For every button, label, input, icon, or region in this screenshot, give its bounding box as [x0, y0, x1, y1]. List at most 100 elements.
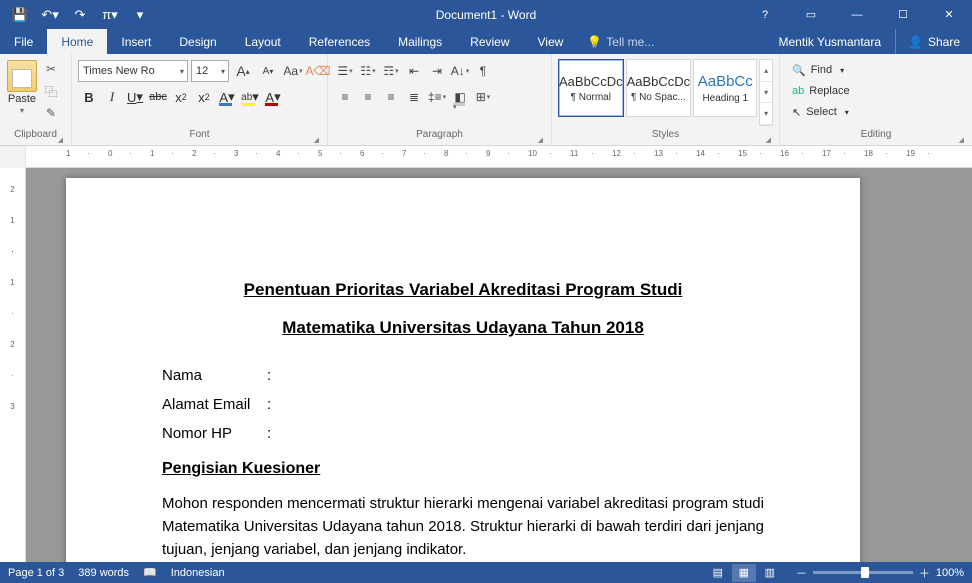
- zoom-out-button[interactable]: －: [796, 565, 807, 581]
- ribbon-tabs: File Home Insert Design Layout Reference…: [0, 29, 972, 54]
- align-center-button[interactable]: ≡: [357, 86, 379, 108]
- subscript-button[interactable]: x2: [170, 86, 192, 108]
- bulb-icon: 💡: [587, 35, 602, 49]
- paste-button[interactable]: Paste ▾: [4, 56, 40, 115]
- tell-me-label: Tell me...: [606, 35, 654, 49]
- tab-mailings[interactable]: Mailings: [384, 29, 456, 54]
- read-mode-button[interactable]: ▤: [706, 564, 730, 582]
- equation-button[interactable]: π▾: [96, 1, 124, 29]
- shrink-font-button[interactable]: A▾: [257, 60, 279, 82]
- shading-button[interactable]: ◧: [449, 86, 471, 108]
- clipboard-group-label: Clipboard: [4, 129, 67, 145]
- line-spacing-button[interactable]: ‡≡: [426, 86, 448, 108]
- group-clipboard: Paste ▾ ✂ ⿻ ✎ Clipboard: [0, 54, 72, 145]
- share-icon: 👤: [908, 35, 923, 49]
- style-no-spacing[interactable]: AaBbCcDc¶ No Spac...: [626, 59, 692, 117]
- tell-me[interactable]: 💡 Tell me...: [577, 29, 664, 54]
- replace-button[interactable]: abReplace: [788, 81, 854, 101]
- multilevel-button[interactable]: ☶: [380, 60, 402, 82]
- close-button[interactable]: ✕: [926, 0, 972, 29]
- view-buttons: ▤ ▦ ▥: [706, 564, 782, 582]
- document-area: 21·1·2·3 Penentuan Prioritas Variabel Ak…: [0, 168, 972, 562]
- clear-formatting-button[interactable]: A⌫: [307, 60, 329, 82]
- styles-scroll[interactable]: ▴▾▾: [759, 59, 773, 126]
- qat-customize[interactable]: ▾: [126, 1, 154, 29]
- format-painter-button[interactable]: ✎: [41, 103, 61, 123]
- paragraph-group-label: Paragraph: [332, 129, 547, 145]
- cut-button[interactable]: ✂: [41, 59, 61, 79]
- tab-references[interactable]: References: [295, 29, 384, 54]
- bold-button[interactable]: B: [78, 86, 100, 108]
- page[interactable]: Penentuan Prioritas Variabel Akreditasi …: [66, 178, 860, 562]
- save-button[interactable]: 💾: [6, 1, 34, 29]
- font-name-combo[interactable]: Times New Ro: [78, 60, 188, 82]
- zoom-control: － ＋ 100%: [796, 565, 964, 581]
- help-button[interactable]: ?: [742, 0, 788, 29]
- doc-title-line2: Matematika Universitas Udayana Tahun 201…: [162, 312, 764, 344]
- tab-home[interactable]: Home: [47, 29, 107, 54]
- field-hp: Nomor HP:: [162, 425, 764, 442]
- maximize-button[interactable]: ☐: [880, 0, 926, 29]
- proofing-icon[interactable]: 📖: [143, 566, 157, 579]
- font-size-combo[interactable]: 12: [191, 60, 229, 82]
- vertical-ruler[interactable]: 21·1·2·3: [0, 168, 26, 562]
- font-color-button[interactable]: A▾: [262, 86, 284, 108]
- change-case-button[interactable]: Aa: [282, 60, 304, 82]
- minimize-button[interactable]: ―: [834, 0, 880, 29]
- select-button[interactable]: ↖Select▾: [788, 102, 853, 122]
- doc-body-paragraph: Mohon responden mencermati struktur hier…: [162, 492, 764, 562]
- document-scroll[interactable]: Penentuan Prioritas Variabel Akreditasi …: [26, 168, 972, 562]
- share-button[interactable]: 👤 Share: [895, 29, 972, 54]
- ribbon-display-button[interactable]: ▭: [788, 0, 834, 29]
- status-words[interactable]: 389 words: [78, 567, 129, 579]
- strikethrough-button[interactable]: abc: [147, 86, 169, 108]
- numbering-button[interactable]: ☷: [357, 60, 379, 82]
- highlight-button[interactable]: ab▾: [239, 86, 261, 108]
- window-title: Document1 - Word: [436, 8, 536, 22]
- tab-layout[interactable]: Layout: [231, 29, 295, 54]
- copy-button[interactable]: ⿻: [41, 81, 61, 101]
- group-font: Times New Ro 12 A▴ A▾ Aa A⌫ B I U▾ abc x…: [72, 54, 328, 145]
- sort-button[interactable]: A↓: [449, 60, 471, 82]
- zoom-in-button[interactable]: ＋: [919, 565, 930, 581]
- tab-insert[interactable]: Insert: [107, 29, 165, 54]
- justify-button[interactable]: ≣: [403, 86, 425, 108]
- paste-icon: [7, 60, 37, 92]
- zoom-level[interactable]: 100%: [936, 567, 964, 579]
- undo-button[interactable]: ↶▾: [36, 1, 64, 29]
- tab-review[interactable]: Review: [456, 29, 523, 54]
- status-page[interactable]: Page 1 of 3: [8, 567, 64, 579]
- borders-button[interactable]: ⊞: [472, 86, 494, 108]
- decrease-indent-button[interactable]: ⇤: [403, 60, 425, 82]
- print-layout-button[interactable]: ▦: [732, 564, 756, 582]
- redo-button[interactable]: ↷: [66, 1, 94, 29]
- status-language[interactable]: Indonesian: [171, 567, 225, 579]
- bullets-button[interactable]: ☰: [334, 60, 356, 82]
- replace-icon: ab: [792, 85, 804, 97]
- share-label: Share: [928, 35, 960, 49]
- align-right-button[interactable]: ≡: [380, 86, 402, 108]
- tab-design[interactable]: Design: [165, 29, 230, 54]
- italic-button[interactable]: I: [101, 86, 123, 108]
- tab-file[interactable]: File: [0, 29, 47, 54]
- align-left-button[interactable]: ≡: [334, 86, 356, 108]
- find-button[interactable]: 🔍Find▾: [788, 60, 848, 80]
- horizontal-ruler[interactable]: 1·0·1·2·3·4·5·6·7·8·9·10·11·12·13·14·15·…: [26, 146, 972, 168]
- undo-icon: ↶: [41, 7, 52, 23]
- tab-view[interactable]: View: [524, 29, 578, 54]
- styles-group-label: Styles: [556, 129, 775, 145]
- increase-indent-button[interactable]: ⇥: [426, 60, 448, 82]
- underline-button[interactable]: U▾: [124, 86, 146, 108]
- group-styles: AaBbCcDc¶ Normal AaBbCcDc¶ No Spac... Aa…: [552, 54, 780, 145]
- zoom-slider[interactable]: [813, 571, 913, 574]
- group-paragraph: ☰ ☷ ☶ ⇤ ⇥ A↓ ¶ ≡ ≡ ≡ ≣ ‡≡ ◧ ⊞ Paragraph: [328, 54, 552, 145]
- account-name[interactable]: Mentik Yusmantara: [765, 29, 896, 54]
- pi-icon: π: [102, 7, 111, 22]
- web-layout-button[interactable]: ▥: [758, 564, 782, 582]
- text-effects-button[interactable]: A▾: [216, 86, 238, 108]
- grow-font-button[interactable]: A▴: [232, 60, 254, 82]
- style-heading1[interactable]: AaBbCcHeading 1: [693, 59, 757, 117]
- show-marks-button[interactable]: ¶: [472, 60, 494, 82]
- superscript-button[interactable]: x2: [193, 86, 215, 108]
- style-normal[interactable]: AaBbCcDc¶ Normal: [558, 59, 624, 117]
